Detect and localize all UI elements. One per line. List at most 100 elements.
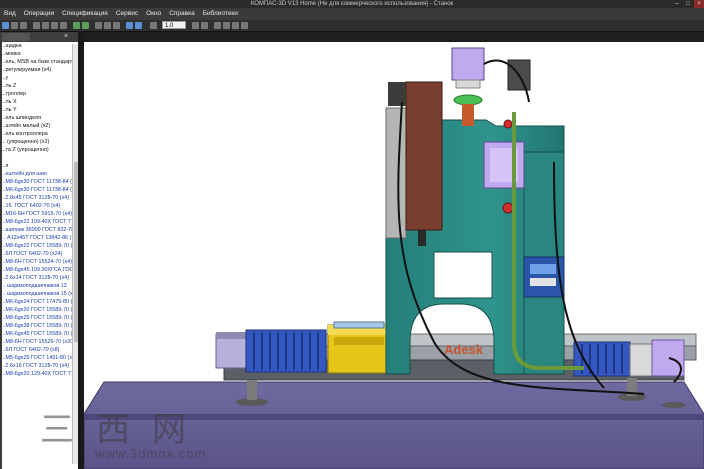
tree-item[interactable]: ...М8-6gx22.109.40Х ГОСТ 7796-70: [0, 218, 78, 226]
tree-item[interactable]: ...шипник 36000 ГОСТ 832-78 (x4): [0, 226, 78, 234]
coupling: [453, 94, 483, 106]
motor-x-right: [629, 343, 653, 377]
tree-item[interactable]: ...я: [0, 162, 78, 170]
tree-item[interactable]: ...М8-6gx30 ГОСТ 11738-84 (x22): [0, 178, 78, 186]
toolbar: [0, 20, 704, 32]
tree-item[interactable]: ...регулируемая (x4): [0, 66, 78, 74]
menu-specification[interactable]: Спецификация: [58, 8, 112, 20]
tree-item[interactable]: ...М8-6Н ГОСТ 15524-70 (x4): [0, 258, 78, 266]
tree-item[interactable]: ...ль Y: [0, 106, 78, 114]
tree-item[interactable]: ... шарикоподшипников 12: [0, 282, 78, 290]
tree-item[interactable]: ...ль Z: [0, 82, 78, 90]
tree-item[interactable]: ...М5-6gx25 ГОСТ 1491-80 (x20): [0, 354, 78, 362]
menu-service[interactable]: Сервис: [112, 8, 142, 20]
pan-icon[interactable]: [192, 22, 199, 29]
properties-icon[interactable]: [95, 22, 102, 29]
tree-item[interactable]: ...та Z (упрощенно): [0, 146, 78, 154]
bellows-guard-left: [245, 329, 327, 373]
undo-icon[interactable]: [73, 22, 80, 29]
motor-z: [451, 47, 485, 81]
tree-item[interactable]: ...y: [0, 74, 78, 82]
tree-item[interactable]: ...М6-6gx30 ГОСТ 11738-84 (x6): [0, 186, 78, 194]
status-light-2: [502, 202, 514, 214]
foot-right-back: [662, 402, 686, 408]
tree-item[interactable]: ...ель шпинделя: [0, 114, 78, 122]
copy-icon[interactable]: [51, 22, 58, 29]
tree-item[interactable]: ...М6-6gx20 ГОСТ 15589-70 (x4): [0, 306, 78, 314]
zoom-input[interactable]: 1.0: [162, 21, 186, 29]
tree-item[interactable]: ...М8-6gx22 ГОСТ 15589-70 (x4): [0, 242, 78, 250]
spindle-tool: [418, 230, 426, 246]
tree-item[interactable]: ...М8-6gx45.109.30ХГСА ГОСТ 117: [0, 266, 78, 274]
tree-item[interactable]: ... (упрощенно) (x2): [0, 138, 78, 146]
tree-item[interactable]: ...штейн малый (x2): [0, 122, 78, 130]
menu-window[interactable]: Окно: [142, 8, 165, 20]
tree-item[interactable]: ...М8-6gx20.129.40Х ГОСТ 7798-70: [0, 370, 78, 378]
zoom-in-icon[interactable]: [126, 22, 133, 29]
cut-icon[interactable]: [42, 22, 49, 29]
tree-item[interactable]: ...троллер: [0, 90, 78, 98]
menu-bar: Вид Операции Спецификация Сервис Окно Справка…: [0, 8, 704, 20]
tree-tab[interactable]: [2, 33, 30, 41]
tree-item[interactable]: ...16. ГОСТ 6402-70 (x4): [0, 202, 78, 210]
tree-item[interactable]: ...М16-6Н ГОСТ 5915-70 (x4): [0, 210, 78, 218]
tree-item[interactable]: ...2.6x14 ГОСТ 3128-70 (x4): [0, 274, 78, 282]
menu-operations[interactable]: Операции: [20, 8, 58, 20]
tree-item[interactable]: ...мника: [0, 50, 78, 58]
shaded-icon[interactable]: [232, 22, 239, 29]
new-icon[interactable]: [2, 22, 9, 29]
tree-item[interactable]: ... шарикоподшипников 15 (x2): [0, 290, 78, 298]
watermark-url: www.3dmox.com: [95, 446, 207, 461]
watermark-text: 三西网: [40, 410, 208, 450]
tree-item[interactable]: ...М6-6gx45 ГОСТ 15589-70 (x4): [0, 330, 78, 338]
window-titlebar: КОМПАС-3D V13 Home (Не для коммерческого…: [0, 0, 704, 8]
spindle-housing: [405, 81, 443, 231]
save-icon[interactable]: [20, 22, 27, 29]
zoom-window-icon[interactable]: [150, 22, 157, 29]
tree-item[interactable]: [0, 154, 78, 162]
tree-item[interactable]: ...2.8x45 ГОСТ 3128-70 (x4): [0, 194, 78, 202]
redo-icon[interactable]: [82, 22, 89, 29]
tree-item[interactable]: ...ель контроллера: [0, 130, 78, 138]
window-title: КОМПАС-3D V13 Home (Не для коммерческого…: [250, 1, 454, 7]
motor-x-right-purple: [651, 339, 685, 377]
tree-item[interactable]: ...ель, MSB на базе стандартнос: [0, 58, 78, 66]
tree-item[interactable]: ...нштейн для шин: [0, 170, 78, 178]
tree-item[interactable]: ...щадка: [0, 42, 78, 50]
tree-item[interactable]: ...6Л ГОСТ 6402-70 (x8): [0, 346, 78, 354]
status-light-1: [503, 119, 513, 129]
tree-item[interactable]: ... А12x45Т ГОСТ 13842-86 (x4): [0, 234, 78, 242]
tree-icon[interactable]: [104, 22, 111, 29]
menu-view[interactable]: Вид: [0, 8, 20, 20]
menu-libraries[interactable]: Библиотеки: [199, 8, 242, 20]
motor-x-left: [215, 337, 247, 369]
tree-item[interactable]: ...ль X: [0, 98, 78, 106]
tree-item[interactable]: ...М8-6gx25 ГОСТ 15589-70 (x12): [0, 314, 78, 322]
bellows-guard-right: [573, 341, 631, 377]
library-icon[interactable]: [113, 22, 120, 29]
rotate-icon[interactable]: [201, 22, 208, 29]
tree-item[interactable]: ...2.6x16 ГОСТ 3128-70 (x4): [0, 362, 78, 370]
wireframe-icon[interactable]: [223, 22, 230, 29]
minimize-icon[interactable]: –: [672, 0, 682, 8]
spindle-bracket: [385, 107, 407, 239]
close-icon[interactable]: ×: [64, 33, 68, 41]
brand-logo-text: Adesk: [444, 342, 484, 357]
menu-help[interactable]: Справка: [165, 8, 199, 20]
work-plate: [333, 321, 385, 329]
maximize-icon[interactable]: □: [683, 0, 693, 8]
tree-item[interactable]: ...М6-6gx24 ГОСТ 17475-80 (x3): [0, 298, 78, 306]
tree-item[interactable]: ...М8-6Н ГОСТ 15526-70 (x20): [0, 338, 78, 346]
print-icon[interactable]: [33, 22, 40, 29]
tree-item[interactable]: ...М8-6gx38 ГОСТ 15589-70 (x4): [0, 322, 78, 330]
left-border: [0, 42, 2, 469]
close-icon[interactable]: ×: [694, 0, 704, 8]
tree-item[interactable]: ...6Л ГОСТ 6402-70 (x24): [0, 250, 78, 258]
zoom-out-icon[interactable]: [135, 22, 142, 29]
paste-icon[interactable]: [60, 22, 67, 29]
frame-window: [433, 251, 493, 299]
open-icon[interactable]: [11, 22, 18, 29]
view-orientation-icon[interactable]: [214, 22, 221, 29]
tree-panel-header: ×: [0, 32, 84, 42]
perspective-icon[interactable]: [241, 22, 248, 29]
